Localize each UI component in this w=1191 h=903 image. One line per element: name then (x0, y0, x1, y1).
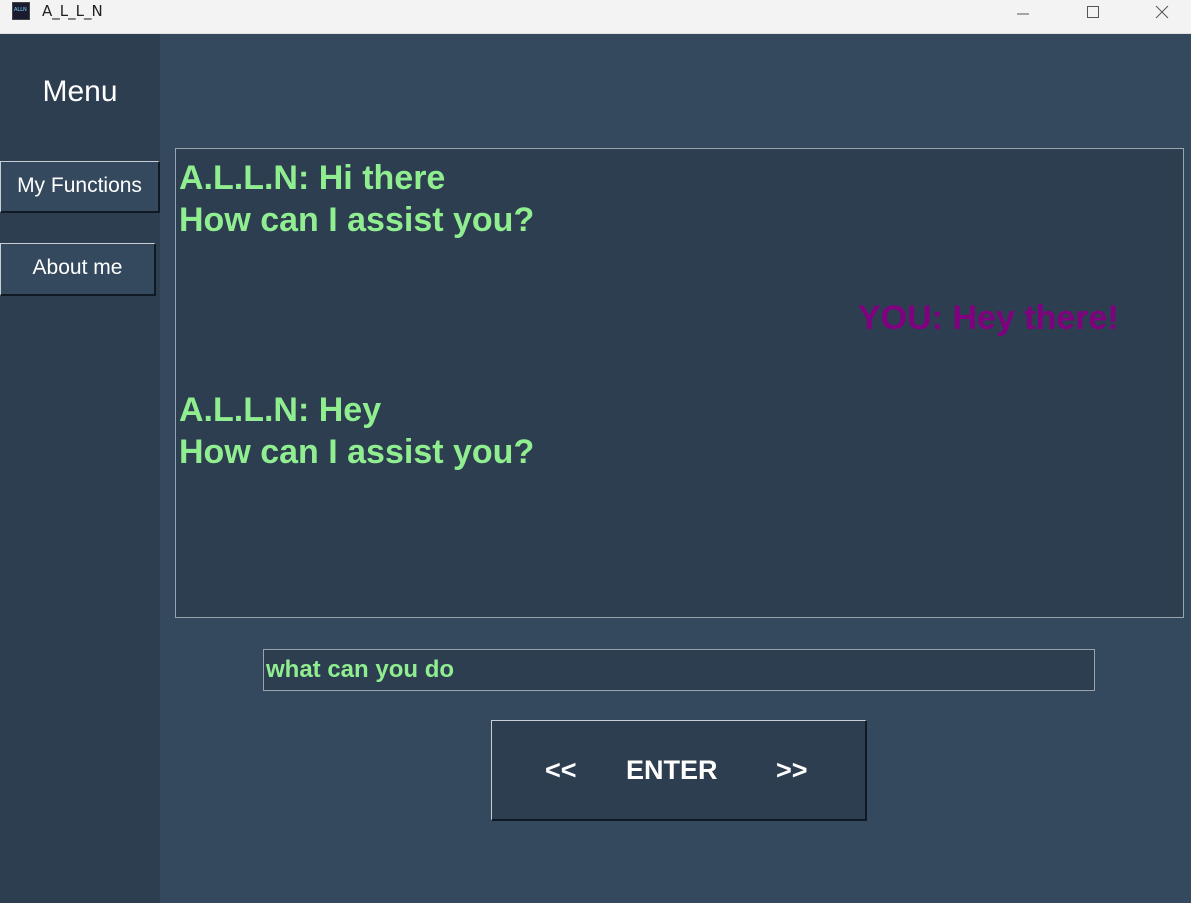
maximize-icon (1087, 6, 1099, 18)
bot-message-line: A.L.L.N: Hey (179, 391, 382, 429)
enter-button[interactable]: << ENTER >> (491, 720, 867, 821)
enter-button-label: ENTER (626, 755, 718, 785)
bot-message: A.L.L.N: Hi there How can I assist you? (179, 157, 534, 241)
user-message: YOU: Hey there! (858, 299, 1119, 337)
enter-button-left-arrows: << (545, 755, 577, 785)
close-icon (1155, 5, 1169, 19)
bot-message-line: How can I assist you? (179, 433, 535, 471)
app-window: ALLN A_L_L_N Menu My Functions About me … (0, 0, 1191, 903)
minimize-icon (1017, 13, 1029, 15)
close-button[interactable] (1139, 0, 1185, 24)
bot-message: A.L.L.N: Hey How can I assist you? (179, 389, 534, 473)
enter-button-right-arrows: >> (776, 755, 808, 785)
maximize-button[interactable] (1070, 0, 1116, 24)
minimize-button[interactable] (1000, 0, 1046, 24)
sidebar-title: Menu (42, 75, 118, 108)
app-logo-icon: ALLN (12, 2, 30, 20)
app-logo-text: ALLN (14, 7, 27, 13)
title-bar: ALLN A_L_L_N (0, 0, 1191, 34)
my-functions-button[interactable]: My Functions (0, 161, 160, 213)
message-input[interactable] (263, 649, 1095, 691)
about-me-button[interactable]: About me (0, 243, 156, 296)
chat-display[interactable]: A.L.L.N: Hi there How can I assist you? … (175, 148, 1184, 618)
sidebar: Menu My Functions About me (0, 34, 160, 903)
bot-message-line: How can I assist you? (179, 201, 535, 239)
window-title: A_L_L_N (42, 2, 103, 20)
bot-message-line: A.L.L.N: Hi there (179, 159, 446, 197)
